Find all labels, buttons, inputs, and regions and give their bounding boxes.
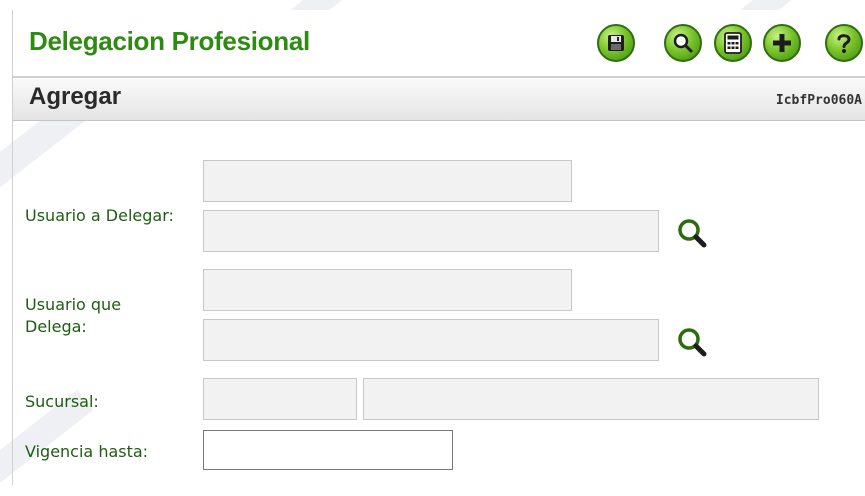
help-icon bbox=[837, 34, 851, 53]
save-icon bbox=[608, 35, 624, 51]
usuario-delega-label-line2: Delega: bbox=[25, 317, 87, 336]
help-button[interactable] bbox=[825, 24, 863, 62]
app-window: Delegacion Profesional Agregar IcbfPro06… bbox=[12, 10, 865, 485]
add-icon bbox=[773, 34, 791, 52]
search-icon bbox=[673, 33, 693, 53]
usuario-delega-label-line1: Usuario que bbox=[25, 295, 122, 314]
add-button[interactable] bbox=[763, 24, 801, 62]
search-icon[interactable] bbox=[675, 325, 709, 359]
sucursal-code-field[interactable] bbox=[203, 378, 357, 420]
search-button[interactable] bbox=[664, 24, 702, 62]
vigencia-hasta-field[interactable] bbox=[203, 430, 453, 470]
page-title: Delegacion Profesional bbox=[29, 26, 310, 56]
section-header: Agregar IcbfPro060A bbox=[13, 78, 865, 121]
vigencia-label: Vigencia hasta: bbox=[25, 442, 149, 461]
usuario-delegar-name-field[interactable] bbox=[203, 210, 659, 252]
usuario-delega-name-field[interactable] bbox=[203, 319, 659, 361]
usuario-delegar-label: Usuario a Delegar: bbox=[25, 206, 174, 225]
calculator-icon bbox=[724, 32, 742, 54]
sucursal-label: Sucursal: bbox=[25, 392, 99, 411]
usuario-delega-label: Usuario que Delega: bbox=[25, 294, 121, 338]
form-code: IcbfPro060A bbox=[775, 93, 862, 108]
title-bar: Delegacion Profesional bbox=[13, 10, 865, 78]
search-icon[interactable] bbox=[675, 216, 709, 250]
usuario-delegar-code-field[interactable] bbox=[203, 160, 572, 202]
sucursal-name-field[interactable] bbox=[363, 378, 819, 420]
usuario-delega-code-field[interactable] bbox=[203, 269, 572, 311]
section-title: Agregar bbox=[29, 83, 122, 110]
calculator-button[interactable] bbox=[714, 24, 752, 62]
save-button[interactable] bbox=[597, 24, 635, 62]
